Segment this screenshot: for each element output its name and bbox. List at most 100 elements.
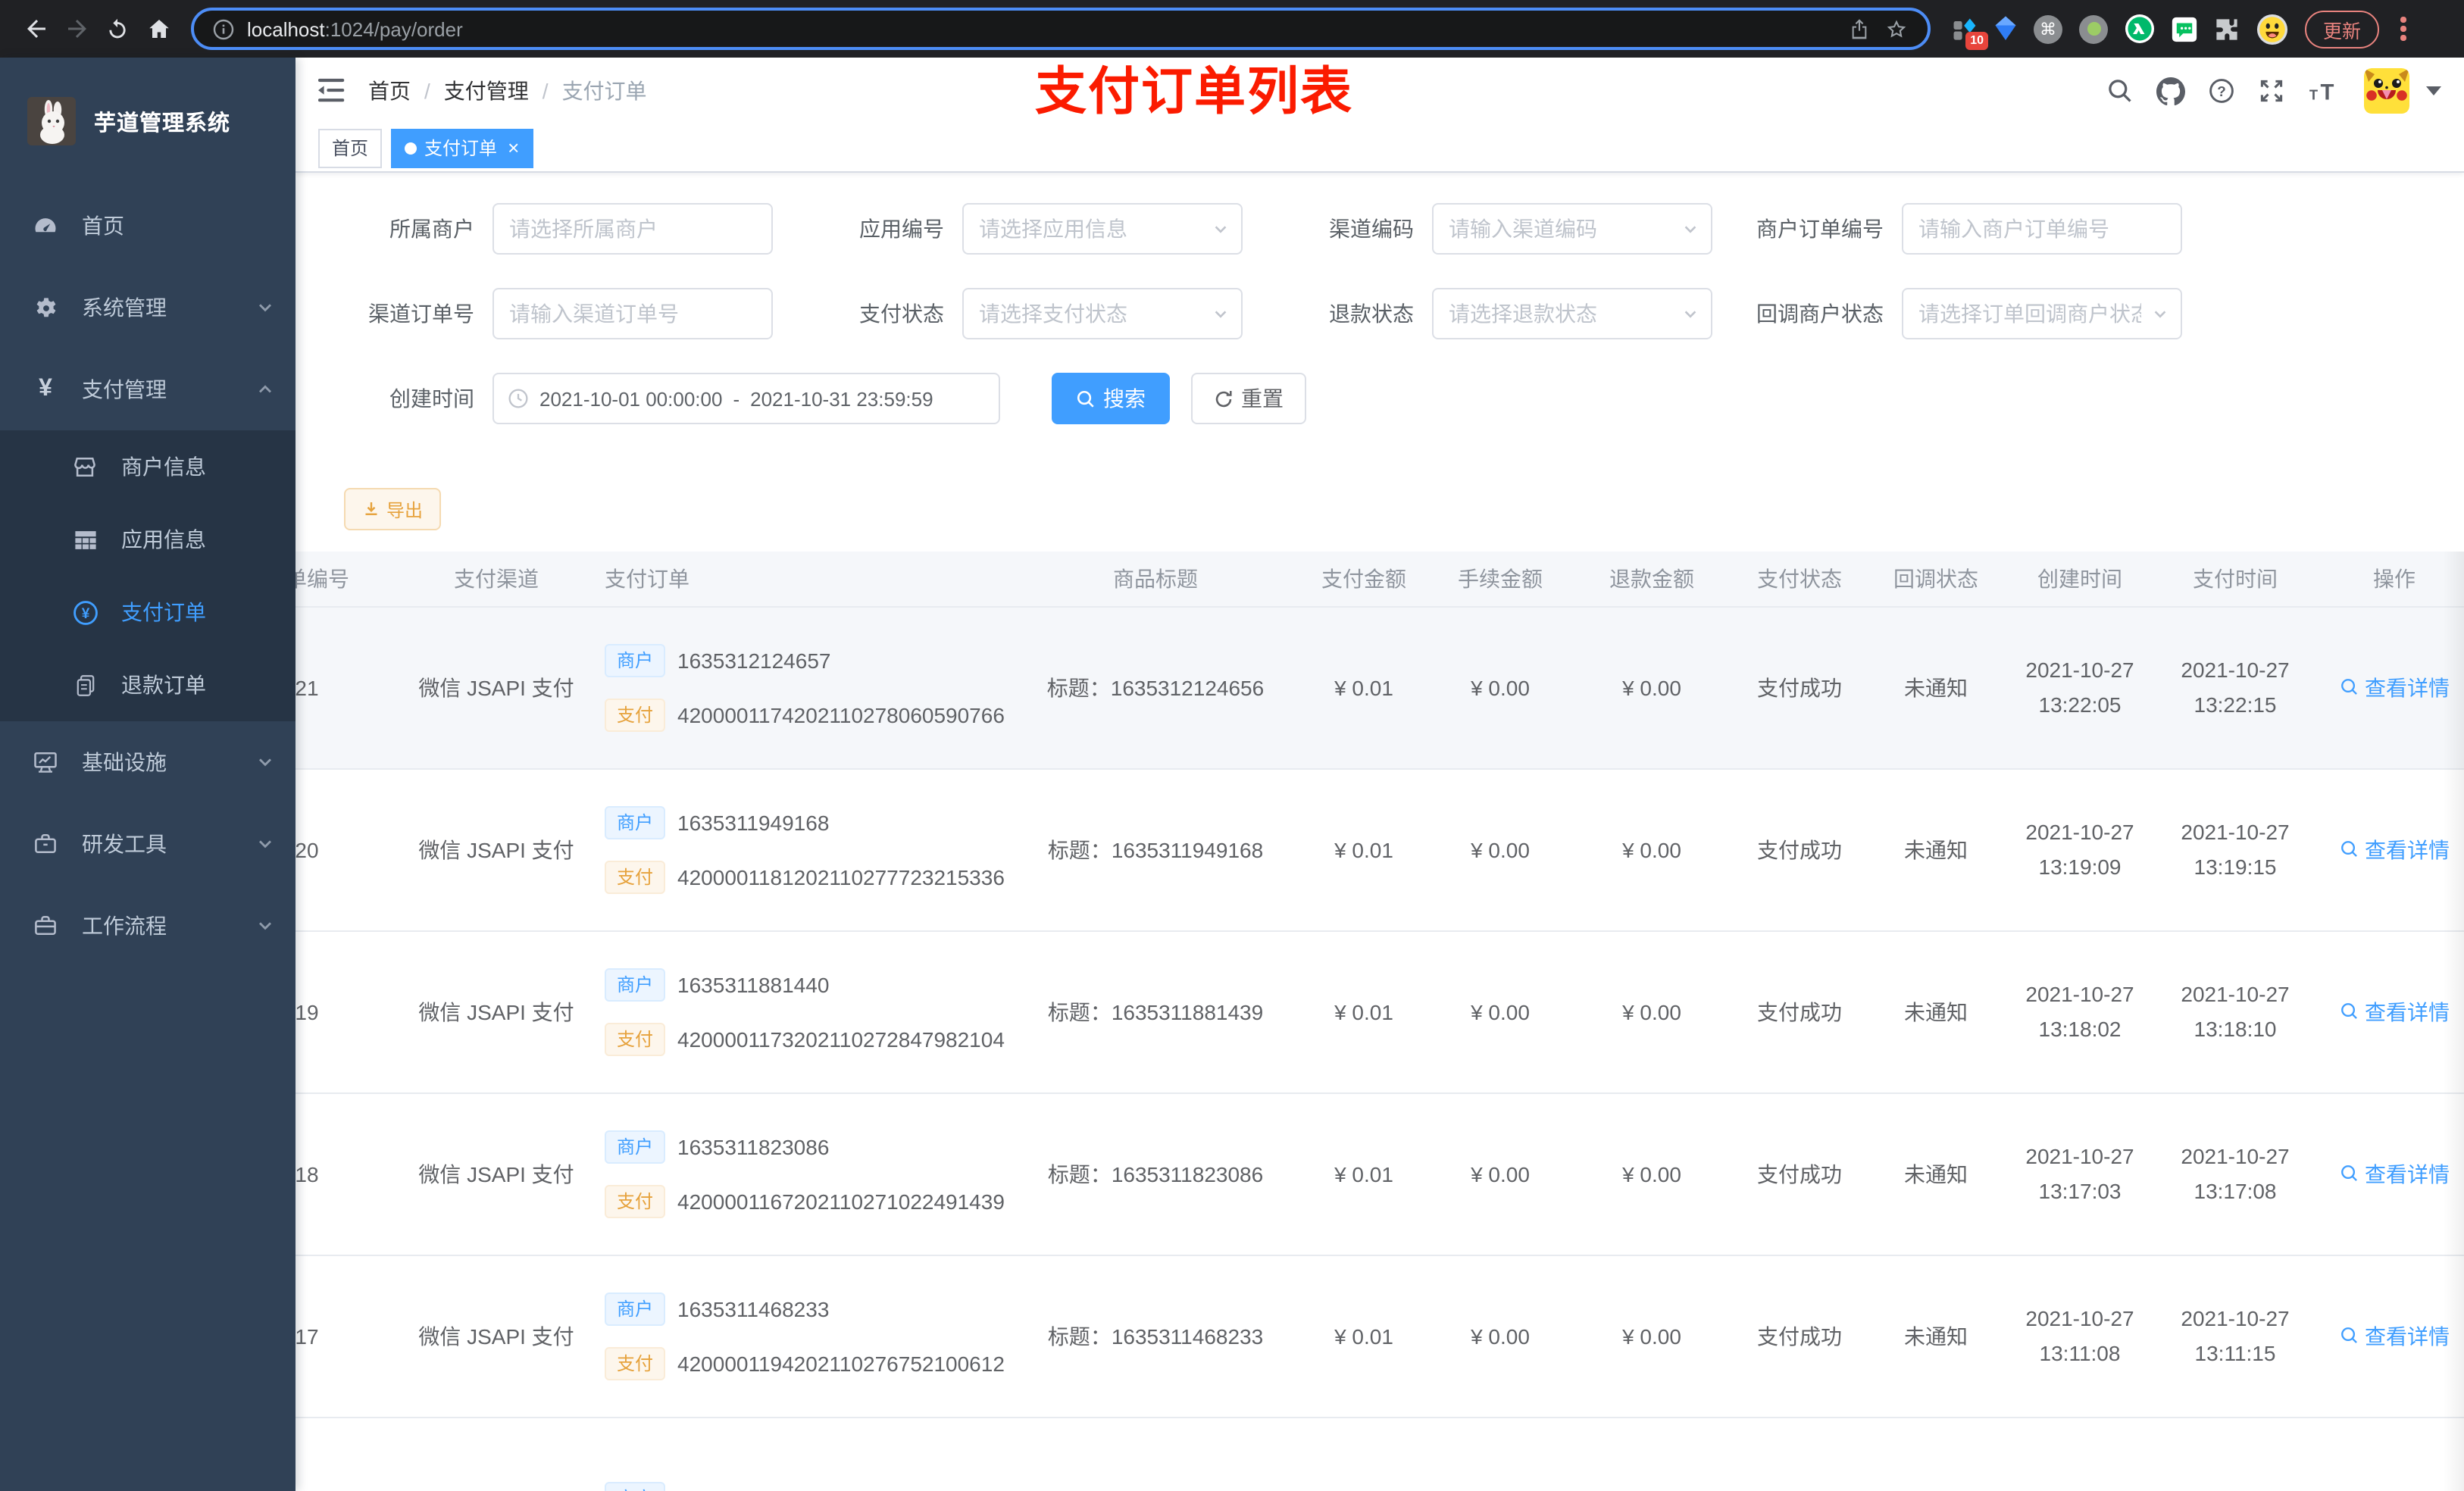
breadcrumb-current: 支付订单 bbox=[561, 79, 647, 103]
extension-kite-icon[interactable] bbox=[1994, 15, 2017, 42]
svg-text:T: T bbox=[2309, 86, 2318, 102]
sidebar-item-pay-order[interactable]: ¥ 支付订单 bbox=[0, 576, 295, 649]
chevron-down-icon bbox=[2152, 306, 2169, 323]
cell-notify-status: 未通知 bbox=[1871, 768, 2000, 931]
date-range-picker[interactable]: 2021-10-01 00:00:00 - 2021-10-31 23:59:5… bbox=[492, 373, 1000, 424]
header-search-button[interactable] bbox=[2106, 77, 2134, 105]
cell-refund: ¥ 0.00 bbox=[1576, 606, 1728, 769]
col-title: 商品标题 bbox=[1008, 552, 1303, 607]
sidebar-item-merchant-info[interactable]: 商户信息 bbox=[0, 430, 295, 503]
channel-code-select[interactable] bbox=[1449, 217, 1696, 241]
browser-menu-icon[interactable] bbox=[2396, 17, 2410, 41]
merchant-order-no: 1635311881440 bbox=[677, 972, 830, 996]
tag-pay-order[interactable]: 支付订单 × bbox=[391, 128, 533, 167]
filter-notify-status: 回调商户状态 bbox=[1728, 288, 2182, 339]
cell-created: 2021-10-27 13:11:08 bbox=[2000, 1255, 2159, 1418]
tag-close-icon[interactable]: × bbox=[508, 138, 519, 158]
cell-pay-order: 商户 1635311351796 bbox=[583, 1417, 1008, 1491]
merchant-order-no: 1635311468233 bbox=[677, 1296, 830, 1321]
filter-label: 支付状态 bbox=[859, 302, 944, 326]
breadcrumb-separator: / bbox=[542, 79, 549, 103]
app-logo[interactable]: 芋道管理系统 bbox=[0, 58, 295, 185]
extension-badge: 10 bbox=[1965, 31, 1988, 49]
view-detail-link[interactable]: 查看详情 bbox=[2339, 834, 2450, 864]
browser-home-button[interactable] bbox=[138, 8, 179, 49]
cell-channel: 微信 JSAPI 支付 bbox=[409, 606, 583, 769]
view-detail-link[interactable]: 查看详情 bbox=[2339, 996, 2450, 1027]
col-actions: 操作 bbox=[2311, 552, 2464, 607]
header-fullscreen-button[interactable] bbox=[2258, 77, 2285, 105]
refund-status-select[interactable] bbox=[1449, 302, 1696, 326]
sidebar-item-workflow[interactable]: 工作流程 bbox=[0, 885, 295, 967]
cell-amount: ¥ 0.01 bbox=[1303, 1255, 1424, 1418]
table-row[interactable]: 18 微信 JSAPI 支付 商户 1635311823086 支付 42000011… bbox=[295, 1092, 2464, 1255]
sidebar-item-system[interactable]: 系统管理 bbox=[0, 267, 295, 349]
user-avatar[interactable] bbox=[2364, 68, 2409, 114]
site-info-icon[interactable] bbox=[212, 17, 235, 40]
notify-status-select[interactable] bbox=[1918, 302, 2165, 326]
sidebar-item-label: 退款订单 bbox=[121, 673, 206, 697]
browser-profile-avatar[interactable] bbox=[2256, 13, 2288, 45]
cell-pay-status: 支付成功 bbox=[1728, 768, 1871, 931]
merchant-order-no-input[interactable] bbox=[1918, 217, 2165, 241]
table-row[interactable]: 21 微信 JSAPI 支付 商户 1635312124657 支付 42000011… bbox=[295, 606, 2464, 769]
chevron-down-icon bbox=[1682, 306, 1699, 323]
browser-back-button[interactable] bbox=[15, 8, 56, 49]
breadcrumb-home[interactable]: 首页 bbox=[368, 76, 411, 106]
browser-update-button[interactable]: 更新 bbox=[2305, 10, 2380, 48]
sidebar-item-dev-tools[interactable]: 研发工具 bbox=[0, 803, 295, 885]
header-github-button[interactable] bbox=[2156, 77, 2185, 105]
app-id-select[interactable] bbox=[979, 217, 1226, 241]
tag-home[interactable]: 首页 bbox=[318, 128, 383, 167]
help-icon: ? bbox=[2209, 79, 2234, 103]
bookmark-star-icon[interactable] bbox=[1884, 16, 1909, 42]
svg-text:?: ? bbox=[2217, 84, 2226, 100]
extension-command-icon[interactable]: ⌘ bbox=[2034, 14, 2062, 43]
breadcrumb-pay-manage[interactable]: 支付管理 bbox=[444, 76, 529, 106]
table-row[interactable]: 17 微信 JSAPI 支付 商户 1635311468233 支付 42000011… bbox=[295, 1255, 2464, 1418]
table-row[interactable]: 20 微信 JSAPI 支付 商户 1635311949168 支付 42000011… bbox=[295, 768, 2464, 931]
reset-button[interactable]: 重置 bbox=[1191, 373, 1306, 424]
view-detail-link[interactable]: 查看详情 bbox=[2339, 1158, 2450, 1189]
sidebar-item-refund-order[interactable]: 退款订单 bbox=[0, 649, 295, 721]
address-bar[interactable]: localhost:1024/pay/order bbox=[191, 8, 1931, 50]
sidebar-item-infra[interactable]: 基础设施 bbox=[0, 721, 295, 803]
search-button[interactable]: 搜索 bbox=[1052, 373, 1170, 424]
breadcrumb: 首页 / 支付管理 / 支付订单 bbox=[368, 76, 647, 106]
col-fee: 手续金额 bbox=[1424, 552, 1576, 607]
share-icon[interactable] bbox=[1847, 17, 1871, 41]
header-help-button[interactable]: ? bbox=[2208, 77, 2235, 105]
extensions-puzzle-icon[interactable] bbox=[2214, 16, 2240, 42]
grid-table-icon bbox=[70, 527, 100, 552]
cell-paid: 2021-10-27 13:22:15 bbox=[2159, 606, 2311, 769]
pay-tag: 支付 bbox=[605, 698, 666, 731]
cell-created: 2021-10-27 13:17:03 bbox=[2000, 1092, 2159, 1255]
extension-grid-icon[interactable]: 10 bbox=[1952, 16, 1988, 49]
extension-chat-icon[interactable] bbox=[2172, 16, 2197, 42]
view-detail-link[interactable]: 查看详情 bbox=[2339, 672, 2450, 702]
channel-order-no-input[interactable] bbox=[509, 302, 756, 326]
cell-title: 标题：1635311881439 bbox=[1008, 930, 1303, 1093]
extension-green-dot-icon[interactable] bbox=[2079, 14, 2108, 43]
pay-status-select[interactable] bbox=[979, 302, 1226, 326]
collapse-sidebar-button[interactable] bbox=[318, 78, 347, 104]
filter-label: 创建时间 bbox=[389, 386, 474, 411]
extension-yuque-icon[interactable] bbox=[2125, 14, 2155, 44]
sidebar-item-pay[interactable]: ¥ 支付管理 bbox=[0, 349, 295, 430]
chevron-down-icon bbox=[256, 835, 274, 853]
avatar-caret-icon[interactable] bbox=[2426, 86, 2441, 95]
browser-reload-button[interactable] bbox=[97, 8, 138, 49]
export-button[interactable]: 导出 bbox=[344, 488, 442, 530]
chevron-down-icon bbox=[1212, 221, 1229, 238]
font-size-icon: TT bbox=[2309, 80, 2334, 104]
view-detail-link[interactable]: 查看详情 bbox=[2339, 1321, 2450, 1351]
browser-forward-button[interactable] bbox=[56, 8, 97, 49]
merchant-input[interactable] bbox=[509, 217, 756, 241]
sidebar-item-app-info[interactable]: 应用信息 bbox=[0, 503, 295, 576]
header-fontsize-button[interactable]: TT bbox=[2308, 79, 2341, 104]
filter-label: 应用编号 bbox=[859, 217, 944, 241]
table-row-partial[interactable]: 商户 1635311351796 bbox=[295, 1417, 2464, 1491]
table-row[interactable]: 19 微信 JSAPI 支付 商户 1635311881440 支付 42000011… bbox=[295, 930, 2464, 1093]
sidebar-item-label: 基础设施 bbox=[82, 750, 167, 774]
sidebar-item-home[interactable]: 首页 bbox=[0, 185, 295, 267]
